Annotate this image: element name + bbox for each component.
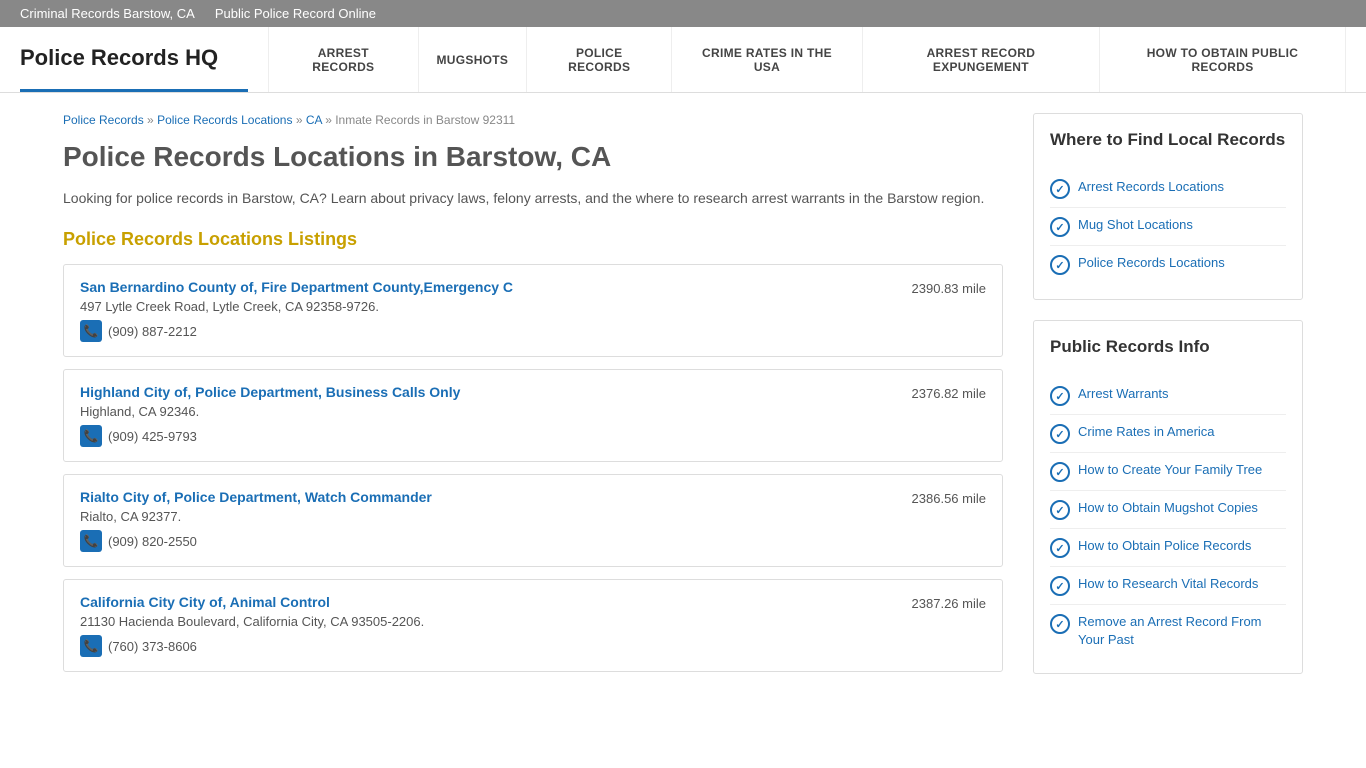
sidebar-link-text: How to Obtain Mugshot Copies — [1078, 499, 1258, 517]
topbar-link-criminal[interactable]: Criminal Records Barstow, CA — [20, 6, 195, 21]
sidebar-link-text: Remove an Arrest Record From Your Past — [1078, 613, 1286, 649]
check-icon — [1050, 576, 1070, 596]
check-icon — [1050, 179, 1070, 199]
sidebar-link-text: Police Records Locations — [1078, 254, 1225, 272]
check-icon — [1050, 500, 1070, 520]
header: Police Records HQ ARREST RECORDS MUGSHOT… — [0, 27, 1366, 93]
phone-icon: 📞 — [80, 320, 102, 342]
check-icon — [1050, 386, 1070, 406]
topbar-link-police[interactable]: Public Police Record Online — [215, 6, 376, 21]
sidebar-item-obtain-police[interactable]: How to Obtain Police Records — [1050, 529, 1286, 567]
listing-distance: 2376.82 mile — [912, 384, 986, 401]
listing-phone: 📞 (909) 820-2550 — [80, 530, 902, 552]
listing-address: Rialto, CA 92377. — [80, 509, 902, 524]
sidebar-link-text: Arrest Warrants — [1078, 385, 1169, 403]
sidebar-item-mug-shot[interactable]: Mug Shot Locations — [1050, 208, 1286, 246]
phone-number[interactable]: (760) 373-8606 — [108, 639, 197, 654]
sidebar-find-local-title: Where to Find Local Records — [1050, 130, 1286, 158]
sidebar-link-text: How to Obtain Police Records — [1078, 537, 1251, 555]
listing-card: California City City of, Animal Control … — [63, 579, 1003, 672]
top-bar: Criminal Records Barstow, CA Public Poli… — [0, 0, 1366, 27]
listing-name[interactable]: Rialto City of, Police Department, Watch… — [80, 489, 902, 505]
listing-distance: 2387.26 mile — [912, 594, 986, 611]
phone-number[interactable]: (909) 887-2212 — [108, 324, 197, 339]
listing-phone: 📞 (909) 887-2212 — [80, 320, 902, 342]
nav-mugshots[interactable]: MUGSHOTS — [419, 27, 528, 92]
listing-info: San Bernardino County of, Fire Departmen… — [80, 279, 902, 342]
check-icon — [1050, 424, 1070, 444]
main-container: Police Records » Police Records Location… — [43, 93, 1323, 714]
sidebar-item-family-tree[interactable]: How to Create Your Family Tree — [1050, 453, 1286, 491]
listing-name[interactable]: California City City of, Animal Control — [80, 594, 902, 610]
check-icon — [1050, 538, 1070, 558]
sidebar-item-crime-rates[interactable]: Crime Rates in America — [1050, 415, 1286, 453]
sidebar-public-info-title: Public Records Info — [1050, 337, 1286, 365]
check-icon — [1050, 462, 1070, 482]
listing-address: Highland, CA 92346. — [80, 404, 902, 419]
sidebar-link-text: How to Create Your Family Tree — [1078, 461, 1262, 479]
sidebar-link-text: Crime Rates in America — [1078, 423, 1215, 441]
listing-card: San Bernardino County of, Fire Departmen… — [63, 264, 1003, 357]
listing-card: Highland City of, Police Department, Bus… — [63, 369, 1003, 462]
listing-address: 21130 Hacienda Boulevard, California Cit… — [80, 614, 902, 629]
listing-distance: 2386.56 mile — [912, 489, 986, 506]
breadcrumb-current: Inmate Records in Barstow 92311 — [335, 113, 515, 127]
listing-info: California City City of, Animal Control … — [80, 594, 902, 657]
sidebar-item-arrest-locations[interactable]: Arrest Records Locations — [1050, 170, 1286, 208]
listing-card: Rialto City of, Police Department, Watch… — [63, 474, 1003, 567]
listing-name[interactable]: Highland City of, Police Department, Bus… — [80, 384, 902, 400]
sidebar-link-text: How to Research Vital Records — [1078, 575, 1258, 593]
listing-info: Rialto City of, Police Department, Watch… — [80, 489, 902, 552]
listing-address: 497 Lytle Creek Road, Lytle Creek, CA 92… — [80, 299, 902, 314]
listing-distance: 2390.83 mile — [912, 279, 986, 296]
phone-icon: 📞 — [80, 530, 102, 552]
listings-container: San Bernardino County of, Fire Departmen… — [63, 264, 1003, 672]
sidebar-link-text: Arrest Records Locations — [1078, 178, 1224, 196]
sidebar-item-remove-arrest[interactable]: Remove an Arrest Record From Your Past — [1050, 605, 1286, 657]
breadcrumb-police-records[interactable]: Police Records — [63, 113, 144, 127]
sidebar: Where to Find Local Records Arrest Recor… — [1033, 113, 1303, 694]
listing-phone: 📞 (760) 373-8606 — [80, 635, 902, 657]
phone-icon: 📞 — [80, 425, 102, 447]
content-area: Police Records » Police Records Location… — [63, 113, 1003, 694]
check-icon — [1050, 255, 1070, 275]
phone-number[interactable]: (909) 820-2550 — [108, 534, 197, 549]
nav-public-records[interactable]: HOW TO OBTAIN PUBLIC RECORDS — [1100, 27, 1346, 92]
breadcrumb-ca[interactable]: CA — [306, 113, 322, 127]
logo[interactable]: Police Records HQ — [20, 27, 248, 92]
sidebar-item-vital-records[interactable]: How to Research Vital Records — [1050, 567, 1286, 605]
breadcrumb: Police Records » Police Records Location… — [63, 113, 1003, 127]
breadcrumb-locations[interactable]: Police Records Locations — [157, 113, 292, 127]
listing-phone: 📞 (909) 425-9793 — [80, 425, 902, 447]
phone-number[interactable]: (909) 425-9793 — [108, 429, 197, 444]
listings-heading: Police Records Locations Listings — [63, 229, 1003, 250]
sidebar-link-text: Mug Shot Locations — [1078, 216, 1193, 234]
phone-icon: 📞 — [80, 635, 102, 657]
listing-info: Highland City of, Police Department, Bus… — [80, 384, 902, 447]
nav-arrest-records[interactable]: ARREST RECORDS — [268, 27, 418, 92]
page-description: Looking for police records in Barstow, C… — [63, 187, 1003, 209]
check-icon — [1050, 217, 1070, 237]
sidebar-item-police-locations[interactable]: Police Records Locations — [1050, 246, 1286, 283]
nav-expungement[interactable]: ARREST RECORD EXPUNGEMENT — [863, 27, 1100, 92]
sidebar-public-info: Public Records Info Arrest Warrants Crim… — [1033, 320, 1303, 674]
sidebar-find-local: Where to Find Local Records Arrest Recor… — [1033, 113, 1303, 300]
page-title: Police Records Locations in Barstow, CA — [63, 141, 1003, 173]
sidebar-item-mugshot-copies[interactable]: How to Obtain Mugshot Copies — [1050, 491, 1286, 529]
listing-name[interactable]: San Bernardino County of, Fire Departmen… — [80, 279, 902, 295]
check-icon — [1050, 614, 1070, 634]
nav-crime-rates[interactable]: CRIME RATES IN THE USA — [672, 27, 863, 92]
sidebar-item-arrest-warrants[interactable]: Arrest Warrants — [1050, 377, 1286, 415]
nav-police-records[interactable]: POLICE RECORDS — [527, 27, 672, 92]
main-nav: ARREST RECORDS MUGSHOTS POLICE RECORDS C… — [268, 27, 1346, 92]
